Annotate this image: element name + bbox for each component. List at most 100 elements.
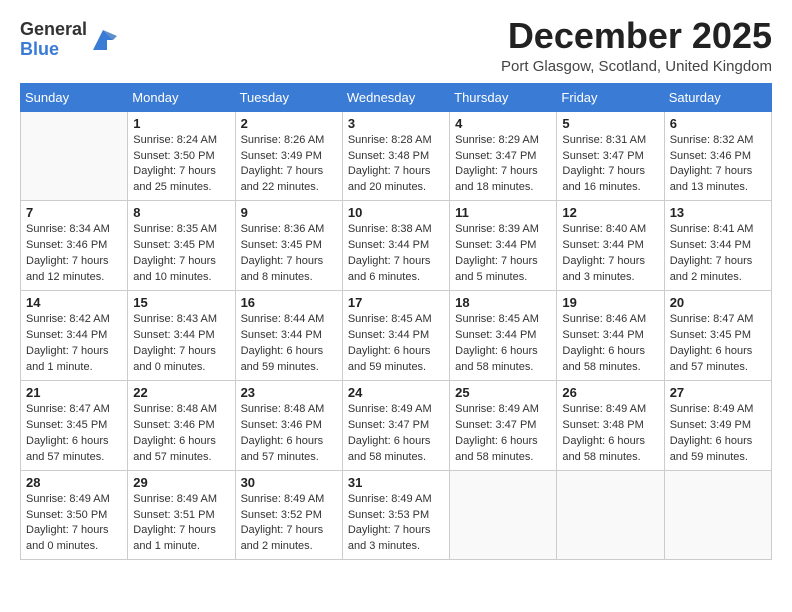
day-number: 20 xyxy=(670,295,766,310)
calendar-cell: 5Sunrise: 8:31 AMSunset: 3:47 PMDaylight… xyxy=(557,111,664,201)
column-header-saturday: Saturday xyxy=(664,83,771,111)
day-info: Sunrise: 8:49 AMSunset: 3:52 PMDaylight:… xyxy=(241,492,337,556)
day-info: Sunrise: 8:31 AMSunset: 3:47 PMDaylight:… xyxy=(562,133,658,197)
day-number: 27 xyxy=(670,385,766,400)
day-info: Sunrise: 8:48 AMSunset: 3:46 PMDaylight:… xyxy=(241,402,337,466)
day-info: Sunrise: 8:24 AMSunset: 3:50 PMDaylight:… xyxy=(133,133,229,197)
column-header-friday: Friday xyxy=(557,83,664,111)
day-info: Sunrise: 8:26 AMSunset: 3:49 PMDaylight:… xyxy=(241,133,337,197)
calendar-cell: 15Sunrise: 8:43 AMSunset: 3:44 PMDayligh… xyxy=(128,291,235,381)
calendar-cell: 2 Sunrise: 8:26 AMSunset: 3:49 PMDaylight… xyxy=(235,111,342,201)
day-number: 14 xyxy=(26,295,122,310)
column-header-sunday: Sunday xyxy=(21,83,128,111)
calendar-cell: 18 Sunrise: 8:45 AMSunset: 3:44 PMDayligh… xyxy=(450,291,557,381)
calendar-cell: 28 Sunrise: 8:49 AMSunset: 3:50 PMDayligh… xyxy=(21,470,128,560)
calendar-cell: 11 Sunrise: 8:39 AMSunset: 3:44 PMDayligh… xyxy=(450,201,557,291)
calendar-table: SundayMondayTuesdayWednesdayThursdayFrid… xyxy=(20,83,772,561)
day-info: Sunrise: 8:45 AMSunset: 3:44 PMDaylight:… xyxy=(348,312,444,376)
day-number: 25 xyxy=(455,385,551,400)
calendar-cell: 3 Sunrise: 8:28 AMSunset: 3:48 PMDaylight… xyxy=(342,111,449,201)
day-number: 16 xyxy=(241,295,337,310)
calendar-cell: 7Sunrise: 8:34 AMSunset: 3:46 PMDaylight… xyxy=(21,201,128,291)
day-info: Sunrise: 8:36 AMSunset: 3:45 PMDaylight:… xyxy=(241,222,337,286)
day-number: 28 xyxy=(26,475,122,490)
day-number: 4 xyxy=(455,116,551,131)
calendar-header-row: SundayMondayTuesdayWednesdayThursdayFrid… xyxy=(21,83,772,111)
day-number: 22 xyxy=(133,385,229,400)
day-number: 30 xyxy=(241,475,337,490)
day-info: Sunrise: 8:49 AMSunset: 3:49 PMDaylight:… xyxy=(670,402,766,466)
calendar-cell: 14 Sunrise: 8:42 AMSunset: 3:44 PMDayligh… xyxy=(21,291,128,381)
day-info: Sunrise: 8:35 AMSunset: 3:45 PMDaylight:… xyxy=(133,222,229,286)
calendar-week-row: 7Sunrise: 8:34 AMSunset: 3:46 PMDaylight… xyxy=(21,201,772,291)
calendar-cell xyxy=(450,470,557,560)
logo-icon xyxy=(89,26,117,54)
day-info: Sunrise: 8:34 AMSunset: 3:46 PMDaylight:… xyxy=(26,222,122,286)
day-number: 17 xyxy=(348,295,444,310)
title-block: December 2025 Port Glasgow, Scotland, Un… xyxy=(501,16,772,75)
day-number: 29 xyxy=(133,475,229,490)
day-info: Sunrise: 8:49 AMSunset: 3:53 PMDaylight:… xyxy=(348,492,444,556)
day-number: 13 xyxy=(670,205,766,220)
day-info: Sunrise: 8:43 AMSunset: 3:44 PMDaylight:… xyxy=(133,312,229,376)
calendar-week-row: 21 Sunrise: 8:47 AMSunset: 3:45 PMDayligh… xyxy=(21,380,772,470)
calendar-cell: 22 Sunrise: 8:48 AMSunset: 3:46 PMDayligh… xyxy=(128,380,235,470)
calendar-cell: 17 Sunrise: 8:45 AMSunset: 3:44 PMDayligh… xyxy=(342,291,449,381)
calendar-cell xyxy=(664,470,771,560)
calendar-week-row: 28 Sunrise: 8:49 AMSunset: 3:50 PMDayligh… xyxy=(21,470,772,560)
logo: General Blue xyxy=(20,20,117,60)
day-info: Sunrise: 8:48 AMSunset: 3:46 PMDaylight:… xyxy=(133,402,229,466)
calendar-cell: 6Sunrise: 8:32 AMSunset: 3:46 PMDaylight… xyxy=(664,111,771,201)
day-info: Sunrise: 8:49 AMSunset: 3:50 PMDaylight:… xyxy=(26,492,122,556)
day-number: 8 xyxy=(133,205,229,220)
day-info: Sunrise: 8:28 AMSunset: 3:48 PMDaylight:… xyxy=(348,133,444,197)
day-info: Sunrise: 8:49 AMSunset: 3:47 PMDaylight:… xyxy=(348,402,444,466)
calendar-cell: 9Sunrise: 8:36 AMSunset: 3:45 PMDaylight… xyxy=(235,201,342,291)
day-number: 6 xyxy=(670,116,766,131)
calendar-week-row: 1 Sunrise: 8:24 AMSunset: 3:50 PMDaylight… xyxy=(21,111,772,201)
day-number: 24 xyxy=(348,385,444,400)
day-info: Sunrise: 8:42 AMSunset: 3:44 PMDaylight:… xyxy=(26,312,122,376)
column-header-wednesday: Wednesday xyxy=(342,83,449,111)
column-header-monday: Monday xyxy=(128,83,235,111)
calendar-cell: 30 Sunrise: 8:49 AMSunset: 3:52 PMDayligh… xyxy=(235,470,342,560)
calendar-cell: 26Sunrise: 8:49 AMSunset: 3:48 PMDayligh… xyxy=(557,380,664,470)
calendar-cell: 31 Sunrise: 8:49 AMSunset: 3:53 PMDayligh… xyxy=(342,470,449,560)
location-text: Port Glasgow, Scotland, United Kingdom xyxy=(501,58,772,75)
calendar-cell: 29Sunrise: 8:49 AMSunset: 3:51 PMDayligh… xyxy=(128,470,235,560)
day-info: Sunrise: 8:47 AMSunset: 3:45 PMDaylight:… xyxy=(26,402,122,466)
day-number: 11 xyxy=(455,205,551,220)
calendar-cell: 21 Sunrise: 8:47 AMSunset: 3:45 PMDayligh… xyxy=(21,380,128,470)
day-info: Sunrise: 8:39 AMSunset: 3:44 PMDaylight:… xyxy=(455,222,551,286)
day-number: 18 xyxy=(455,295,551,310)
calendar-cell: 19 Sunrise: 8:46 AMSunset: 3:44 PMDayligh… xyxy=(557,291,664,381)
calendar-cell: 1 Sunrise: 8:24 AMSunset: 3:50 PMDaylight… xyxy=(128,111,235,201)
calendar-cell xyxy=(557,470,664,560)
day-info: Sunrise: 8:46 AMSunset: 3:44 PMDaylight:… xyxy=(562,312,658,376)
day-info: Sunrise: 8:38 AMSunset: 3:44 PMDaylight:… xyxy=(348,222,444,286)
day-number: 19 xyxy=(562,295,658,310)
day-info: Sunrise: 8:49 AMSunset: 3:47 PMDaylight:… xyxy=(455,402,551,466)
calendar-cell: 4 Sunrise: 8:29 AMSunset: 3:47 PMDaylight… xyxy=(450,111,557,201)
calendar-cell: 10 Sunrise: 8:38 AMSunset: 3:44 PMDayligh… xyxy=(342,201,449,291)
column-header-tuesday: Tuesday xyxy=(235,83,342,111)
day-info: Sunrise: 8:49 AMSunset: 3:48 PMDaylight:… xyxy=(562,402,658,466)
day-number: 10 xyxy=(348,205,444,220)
calendar-cell: 20 Sunrise: 8:47 AMSunset: 3:45 PMDayligh… xyxy=(664,291,771,381)
logo-general-text: General xyxy=(20,19,87,39)
calendar-cell: 8 Sunrise: 8:35 AMSunset: 3:45 PMDaylight… xyxy=(128,201,235,291)
day-info: Sunrise: 8:29 AMSunset: 3:47 PMDaylight:… xyxy=(455,133,551,197)
calendar-cell: 27 Sunrise: 8:49 AMSunset: 3:49 PMDayligh… xyxy=(664,380,771,470)
calendar-cell: 12Sunrise: 8:40 AMSunset: 3:44 PMDayligh… xyxy=(557,201,664,291)
day-number: 21 xyxy=(26,385,122,400)
day-info: Sunrise: 8:45 AMSunset: 3:44 PMDaylight:… xyxy=(455,312,551,376)
day-number: 1 xyxy=(133,116,229,131)
day-info: Sunrise: 8:47 AMSunset: 3:45 PMDaylight:… xyxy=(670,312,766,376)
day-number: 3 xyxy=(348,116,444,131)
logo-blue-text: Blue xyxy=(20,39,59,59)
column-header-thursday: Thursday xyxy=(450,83,557,111)
day-number: 31 xyxy=(348,475,444,490)
day-number: 12 xyxy=(562,205,658,220)
calendar-cell: 24 Sunrise: 8:49 AMSunset: 3:47 PMDayligh… xyxy=(342,380,449,470)
day-number: 2 xyxy=(241,116,337,131)
